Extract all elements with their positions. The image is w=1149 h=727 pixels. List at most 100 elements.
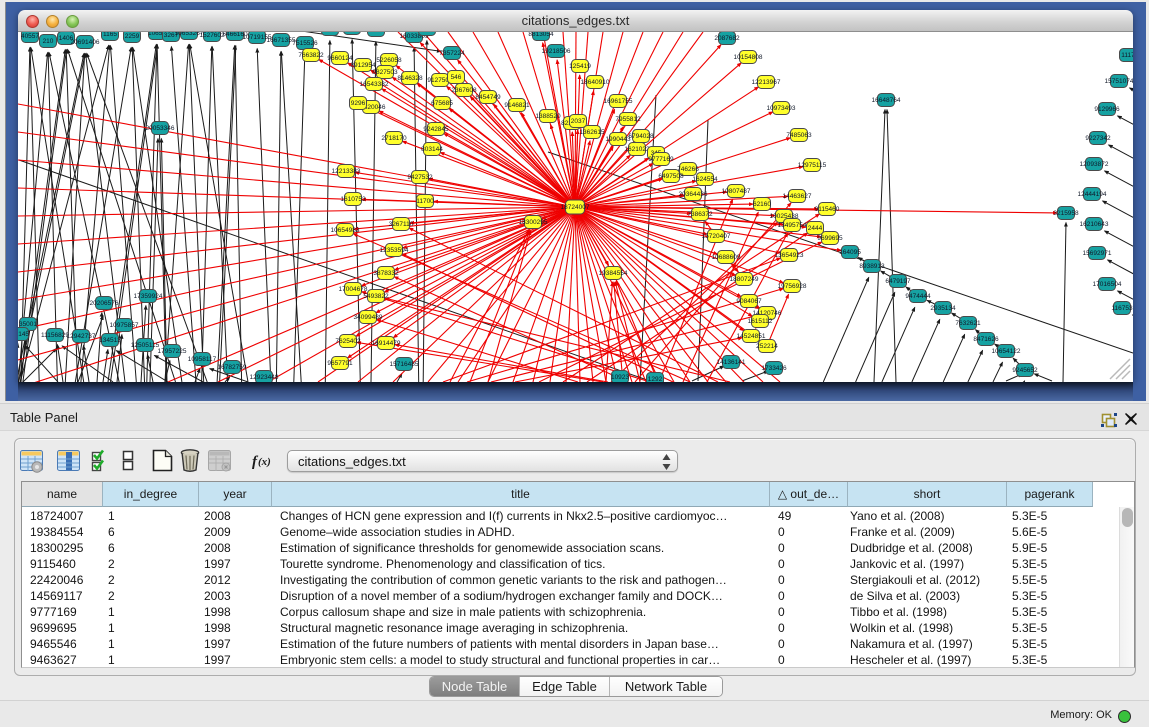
svg-text:5226058: 5226058: [376, 57, 402, 64]
svg-text:17016504: 17016504: [1093, 281, 1122, 288]
svg-text:210: 210: [43, 38, 54, 45]
svg-text:1388520: 1388520: [535, 113, 561, 120]
svg-text:1621022: 1621022: [624, 146, 650, 153]
svg-text:13654923: 13654923: [775, 252, 804, 259]
svg-text:9242845: 9242845: [423, 126, 449, 133]
svg-text:134513: 134513: [99, 337, 121, 344]
svg-text:9657791: 9657791: [327, 360, 353, 367]
svg-text:1117: 1117: [1121, 52, 1133, 59]
svg-text:18640910: 18640910: [581, 79, 610, 86]
svg-text:34099489: 34099489: [354, 314, 383, 321]
svg-text:7485063: 7485063: [786, 132, 812, 139]
svg-text:7357224: 7357224: [439, 50, 465, 57]
svg-text:2037: 2037: [571, 118, 586, 125]
svg-text:675685: 675685: [431, 100, 453, 107]
svg-text:9474444: 9474444: [905, 293, 931, 300]
svg-text:12213383: 12213383: [332, 168, 361, 175]
svg-text:9245652: 9245652: [1012, 367, 1038, 374]
svg-text:15692971: 15692971: [1083, 250, 1112, 257]
svg-text:1362615: 1362615: [579, 129, 605, 136]
svg-text:8146328: 8146328: [397, 75, 423, 82]
svg-text:8471626: 8471626: [973, 336, 999, 343]
svg-text:2718170: 2718170: [381, 135, 407, 142]
svg-text:9084067: 9084067: [736, 298, 762, 305]
svg-text:19384554: 19384554: [599, 270, 628, 277]
svg-text:2259: 2259: [125, 33, 140, 40]
svg-text:10654983: 10654983: [331, 227, 360, 234]
svg-text:10654122: 10654122: [992, 348, 1021, 355]
svg-text:39145: 39145: [18, 331, 29, 338]
svg-text:125419: 125419: [569, 63, 591, 70]
svg-text:2935134: 2935134: [930, 305, 956, 312]
svg-text:18807249: 18807249: [730, 276, 759, 283]
svg-text:1527602: 1527602: [199, 32, 225, 39]
svg-text:3878332: 3878332: [373, 270, 399, 277]
svg-text:12505115: 12505115: [131, 342, 160, 349]
svg-text:116753: 116753: [1111, 305, 1133, 312]
svg-text:10958117: 10958117: [188, 356, 217, 363]
svg-text:17004678: 17004678: [339, 286, 368, 293]
svg-text:11700: 11700: [416, 198, 434, 205]
svg-text:9129966: 9129966: [1094, 106, 1120, 113]
svg-text:12444194: 12444194: [1078, 191, 1107, 198]
svg-text:16782759: 16782759: [218, 364, 247, 371]
svg-text:62160: 62160: [753, 201, 771, 208]
svg-text:252214: 252214: [756, 343, 778, 350]
svg-text:1615112: 1615112: [748, 318, 773, 325]
svg-text:17359924: 17359924: [134, 293, 163, 300]
svg-text:8454749: 8454749: [475, 94, 501, 101]
svg-text:15751074: 15751074: [1105, 78, 1133, 85]
svg-text:12353594: 12353594: [380, 247, 409, 254]
svg-text:2087682: 2087682: [714, 35, 740, 42]
svg-text:19756928: 19756928: [778, 283, 807, 290]
svg-text:10154808: 10154808: [734, 54, 763, 61]
svg-text:40557: 40557: [21, 33, 39, 40]
svg-text:13495754: 13495754: [778, 222, 807, 229]
svg-text:16543382: 16543382: [360, 81, 389, 88]
svg-text:9699695: 9699695: [817, 235, 843, 242]
svg-text:6351: 6351: [369, 32, 384, 34]
svg-text:7632621: 7632621: [955, 320, 981, 327]
svg-text:1292: 1292: [648, 376, 663, 382]
svg-text:9146821: 9146821: [504, 102, 530, 109]
svg-text:(x): (x): [258, 456, 271, 468]
svg-text:6794028: 6794028: [628, 133, 654, 140]
svg-text:16210643: 16210643: [1080, 221, 1109, 228]
svg-text:9115460: 9115460: [815, 206, 840, 213]
svg-text:12923448: 12923448: [250, 374, 279, 381]
svg-text:7625402: 7625402: [335, 338, 361, 345]
svg-text:1610753: 1610753: [340, 196, 366, 203]
svg-text:1165: 1165: [103, 32, 117, 38]
svg-text:546: 546: [451, 74, 462, 81]
svg-text:10973493: 10973493: [767, 105, 796, 112]
svg-text:8938913: 8938913: [859, 263, 885, 270]
svg-text:8921: 8921: [420, 32, 435, 33]
svg-text:2444: 2444: [808, 225, 823, 232]
svg-text:8813054: 8813054: [528, 32, 554, 38]
svg-text:12942737: 12942737: [67, 333, 96, 340]
svg-text:9827503: 9827503: [372, 69, 398, 76]
svg-text:7663822: 7663822: [298, 52, 324, 59]
svg-text:9777169: 9777169: [648, 156, 674, 163]
svg-text:18300295: 18300295: [519, 219, 548, 226]
svg-text:12093872: 12093872: [1080, 161, 1109, 168]
svg-text:9427532: 9427532: [407, 174, 433, 181]
svg-text:6497508: 6497508: [658, 173, 684, 180]
svg-text:9660124: 9660124: [327, 55, 353, 62]
svg-text:3267110: 3267110: [389, 221, 414, 228]
svg-text:10807487: 10807487: [722, 188, 751, 195]
svg-text:16648764: 16648764: [872, 97, 901, 104]
svg-text:20053346: 20053346: [146, 125, 175, 132]
svg-text:15720407: 15720407: [702, 233, 731, 240]
svg-text:9912: 9912: [323, 32, 338, 33]
svg-text:20206576: 20206576: [90, 300, 119, 307]
svg-text:5493822: 5493822: [363, 293, 389, 300]
svg-text:12975115: 12975115: [798, 162, 827, 169]
svg-text:8912954: 8912954: [350, 62, 376, 69]
svg-text:9227342: 9227342: [1085, 135, 1111, 142]
svg-text:16961755: 16961755: [604, 98, 633, 105]
svg-text:16914479: 16914479: [372, 340, 401, 347]
svg-text:10688609: 10688609: [712, 254, 741, 261]
svg-text:6479197: 6479197: [885, 278, 911, 285]
svg-text:19218506: 19218506: [542, 48, 571, 55]
